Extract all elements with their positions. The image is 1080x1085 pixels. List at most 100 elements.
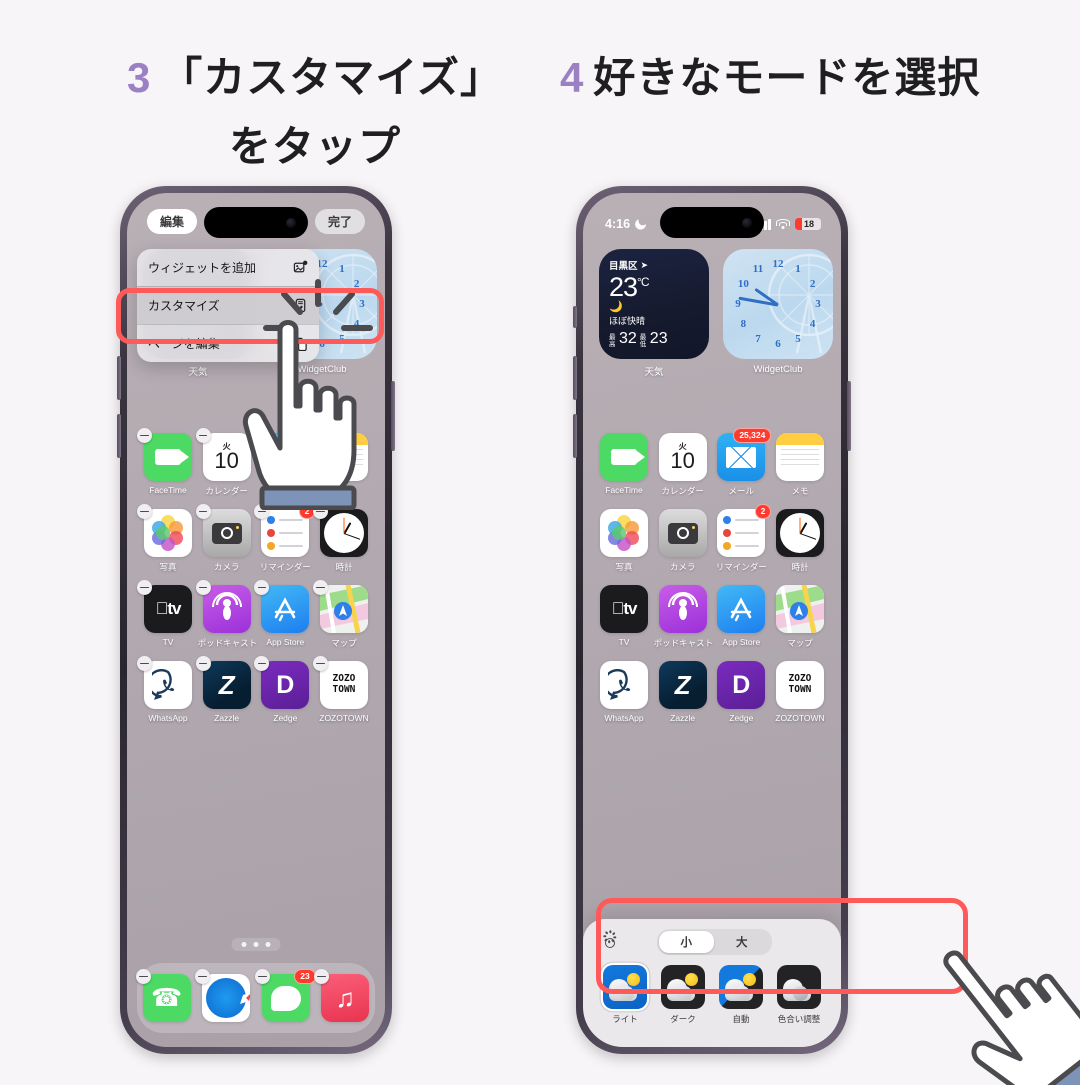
remove-app-button[interactable] — [137, 504, 152, 519]
app-zazzle-left[interactable]: Z Zazzle — [195, 656, 256, 723]
appletv-icon: tv — [144, 585, 192, 633]
app-camera-left[interactable]: カメラ — [195, 504, 256, 573]
dock-safari-left[interactable] — [195, 969, 255, 1022]
power-button[interactable] — [391, 381, 395, 451]
clock-widget-label-right: WidgetClub — [753, 364, 803, 375]
app-zozotown-right[interactable]: ZOZO TOWN ZOZOTOWN — [771, 661, 829, 723]
mode-dark[interactable]: ダーク — [657, 965, 709, 1025]
app-label: App Store — [266, 637, 305, 647]
app-whatsapp-left[interactable]: WhatsApp — [137, 656, 197, 723]
remove-app-button[interactable] — [135, 969, 151, 984]
remove-app-button[interactable] — [312, 656, 328, 671]
mode-light[interactable]: ライト — [599, 965, 651, 1025]
hand-cursor-right — [943, 950, 1080, 1085]
phone-right: 4:16 18 目黒区 ➤ 23°C 🌙 ほぼ快晴 最高 32 最低 23 天気… — [573, 186, 851, 1054]
page-indicator-left[interactable] — [231, 938, 281, 951]
done-button[interactable]: 完了 — [314, 209, 365, 234]
weather-temp-value: 23 — [609, 272, 638, 302]
remove-app-button[interactable] — [312, 580, 328, 595]
app-facetime-left[interactable]: FaceTime — [137, 428, 197, 497]
app-zazzle-right[interactable]: Z Zazzle — [654, 661, 712, 723]
app-appstore-right[interactable]: App Store — [712, 585, 770, 649]
mute-switch[interactable] — [573, 306, 577, 328]
clock-numeral: 5 — [795, 332, 801, 345]
app-zozotown-left[interactable]: ZOZO TOWN ZOZOTOWN — [312, 656, 373, 723]
app-calendar-right[interactable]: 火 10 カレンダー — [654, 433, 712, 497]
weather-widget-right[interactable]: 目黒区 ➤ 23°C 🌙 ほぼ快晴 最高 32 最低 23 — [599, 249, 709, 359]
camera-icon — [658, 509, 707, 557]
size-option-small[interactable]: 小 — [658, 931, 714, 953]
app-label: FaceTime — [149, 485, 187, 495]
app-zedge-left[interactable]: D Zedge — [254, 656, 314, 723]
menu-item-edit-pages-label: ページを編集 — [148, 337, 220, 351]
dock-left: ☎ 23 ♫ — [135, 963, 375, 1033]
weather-widget-label-right: 天気 — [644, 367, 664, 378]
appstore-icon — [261, 585, 310, 633]
size-segmented-control: 小 大 — [656, 929, 772, 955]
volume-up-button[interactable] — [117, 356, 121, 400]
app-clock-left[interactable]: 時計 — [312, 504, 373, 573]
remove-app-button[interactable] — [137, 656, 152, 671]
power-button[interactable] — [847, 381, 851, 451]
status-time: 4:16 — [605, 217, 631, 231]
app-appstore-left[interactable]: App Store — [254, 580, 314, 649]
clock-numeral: 9 — [735, 298, 741, 310]
menu-item-customize-label: カスタマイズ — [148, 299, 220, 313]
dock-phone-left[interactable]: ☎ — [135, 969, 196, 1022]
app-tv-right[interactable]: tv TV — [595, 585, 653, 649]
app-mail-right[interactable]: 25,324 メール — [712, 428, 772, 497]
app-camera-right[interactable]: カメラ — [654, 509, 712, 573]
app-zedge-right[interactable]: D Zedge — [712, 661, 770, 723]
clock-widget-right[interactable]: 12 1 2 3 4 5 6 7 8 9 10 11 — [723, 249, 833, 359]
volume-up-button[interactable] — [573, 356, 577, 400]
app-label: TV — [162, 637, 174, 647]
remove-app-button[interactable] — [254, 969, 270, 984]
step-number-3: 3 — [126, 54, 151, 101]
clock-icon — [319, 509, 368, 557]
zedge-glyph: D — [276, 670, 295, 699]
app-label: 時計 — [791, 562, 809, 572]
app-notes-right[interactable]: メモ — [771, 433, 829, 497]
zazzle-glyph: Z — [218, 669, 235, 700]
weather-temp-unit: °C — [637, 275, 650, 289]
edit-button[interactable]: 編集 — [147, 209, 198, 234]
app-maps-right[interactable]: マップ — [771, 585, 829, 649]
volume-down-button[interactable] — [573, 414, 577, 458]
app-reminders-right[interactable]: 2 リマインダー — [712, 504, 772, 573]
step-title-4: 好きなモードを選択 — [593, 54, 981, 101]
moon-icon — [635, 219, 646, 230]
clock-numeral: 11 — [752, 263, 764, 276]
app-facetime-right[interactable]: FaceTime — [595, 433, 653, 497]
app-maps-left[interactable]: マップ — [312, 580, 373, 649]
clock-numeral: 1 — [339, 263, 345, 276]
remove-app-button[interactable] — [137, 580, 152, 595]
app-clock-right[interactable]: 時計 — [771, 509, 829, 573]
app-podcasts-right[interactable]: ポッドキャスト — [654, 585, 713, 649]
size-option-large[interactable]: 大 — [714, 931, 770, 953]
remove-app-button[interactable] — [137, 428, 152, 443]
app-label: App Store — [722, 637, 761, 647]
sun-icon[interactable] — [599, 929, 619, 952]
app-whatsapp-right[interactable]: WhatsApp — [595, 661, 653, 723]
app-tv-left[interactable]: tv TV — [137, 580, 197, 649]
app-label: TV — [618, 637, 630, 647]
app-photos-right[interactable]: 写真 — [595, 509, 653, 573]
dock-music-left[interactable]: ♫ — [314, 969, 374, 1022]
mode-auto[interactable]: 自動 — [715, 965, 767, 1025]
app-label: WhatsApp — [148, 713, 188, 723]
dock-messages-left[interactable]: 23 — [254, 969, 316, 1022]
remove-app-button[interactable] — [195, 580, 211, 595]
remove-app-button[interactable] — [195, 656, 211, 671]
remove-app-button[interactable] — [195, 504, 211, 519]
mute-switch[interactable] — [117, 306, 121, 328]
app-photos-left[interactable]: 写真 — [137, 504, 197, 573]
weather-temperature: 23°C — [609, 273, 699, 301]
app-podcasts-left[interactable]: ポッドキャスト — [195, 580, 257, 649]
volume-down-button[interactable] — [117, 414, 121, 458]
app-reminders-left[interactable]: 2 リマインダー — [254, 504, 316, 573]
battery-percent: 18 — [804, 219, 815, 229]
app-label: メモ — [791, 486, 809, 496]
mode-tint[interactable]: 色合い調整 — [773, 965, 825, 1025]
remove-app-button[interactable] — [195, 428, 211, 443]
battery-fill — [795, 218, 802, 230]
